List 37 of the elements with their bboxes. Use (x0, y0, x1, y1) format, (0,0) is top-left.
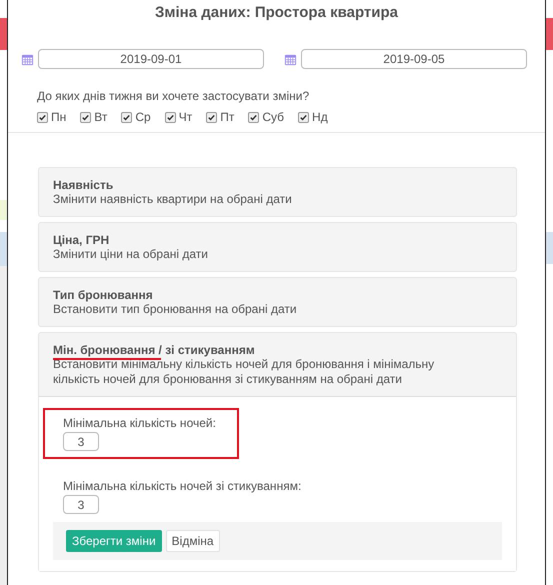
day-label: Пн (51, 110, 66, 124)
option-description: Встановити тип бронювання на обрані дати (53, 302, 298, 317)
day-checkbox[interactable] (121, 112, 132, 122)
days-question: До яких днів тижня ви хочете застосувати зміни? (36, 88, 310, 103)
option-panel[interactable] (38, 332, 517, 572)
option-panel[interactable]: Тип бронювання Встановити тип бронювання на обрані дати (38, 277, 517, 327)
option-title: Ціна, ГРН (53, 233, 110, 247)
field-label: Мінімальна кількість ночей: (63, 416, 217, 430)
option-panel[interactable]: Ціна, ГРН Змінити ціни на обрані дати (38, 222, 517, 272)
option-panel[interactable]: Наявність Змінити наявність квартири на обрані дати (38, 167, 517, 217)
nights-input[interactable]: 3 (63, 495, 99, 514)
day-checkbox[interactable] (298, 112, 310, 122)
day-checkbox[interactable] (206, 112, 218, 122)
option-title: Тип бронювання (53, 288, 153, 302)
modal-title: Зміна даних: Простора квартира (154, 3, 400, 23)
nights-input[interactable]: 3 (63, 432, 99, 451)
calendar-icon (21, 52, 34, 66)
day-label: Ср (135, 110, 151, 124)
day-label: Вт (94, 110, 108, 124)
end-date-field[interactable]: 2019-09-05 (301, 49, 527, 69)
option-title: Мін. бронювання / зі стикуванням (53, 343, 255, 357)
day-checkbox[interactable] (164, 112, 176, 122)
day-label: Чт (178, 110, 192, 124)
start-date-field[interactable]: 2019-09-01 (38, 49, 264, 69)
day-checkbox[interactable] (37, 112, 48, 122)
day-checkbox[interactable] (80, 112, 92, 122)
option-title: Наявність (53, 178, 114, 192)
field-label: Мінімальна кількість ночей зі стикуванням: (63, 479, 302, 493)
calendar-icon (284, 52, 297, 66)
day-label: Пт (220, 110, 234, 124)
day-label: Нд (312, 110, 328, 124)
day-checkbox[interactable] (248, 112, 260, 122)
cancel-button[interactable]: Відміна (166, 530, 220, 552)
day-label: Суб (262, 110, 284, 124)
option-description: Змінити наявність квартири на обрані дати (53, 192, 293, 207)
option-description: Змінити ціни на обрані дати (53, 247, 209, 262)
option-description: Встановити мінімальну кількість ночей для бронювання і мінімальну кількість ночей для бронювання зі стикуванням на обрані дати (53, 357, 436, 387)
